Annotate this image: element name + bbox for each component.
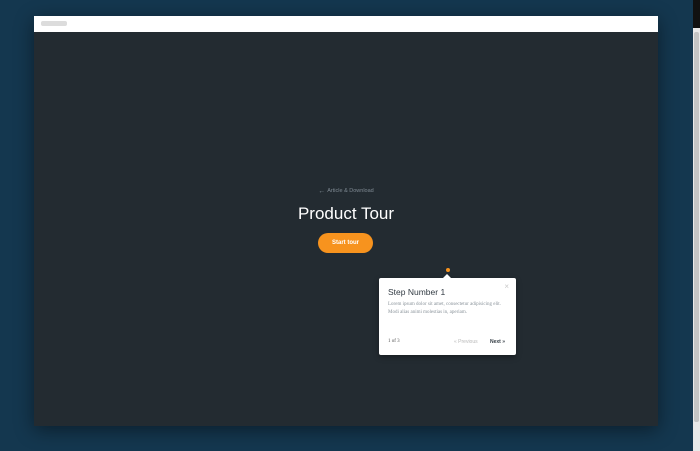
tour-beacon-icon[interactable] bbox=[446, 268, 450, 272]
tour-tooltip: × Step Number 1 Lorem ipsum dolor sit am… bbox=[379, 274, 516, 355]
back-link-label: Article & Download bbox=[327, 188, 374, 194]
browser-address-bar bbox=[34, 16, 658, 32]
page-title: Product Tour bbox=[297, 204, 395, 223]
tooltip-body: Lorem ipsum dolor sit amet, consectetur … bbox=[388, 302, 501, 315]
window-scrollbar[interactable] bbox=[693, 0, 700, 451]
scrollbar-top bbox=[693, 0, 700, 28]
close-icon[interactable]: × bbox=[504, 283, 509, 291]
tooltip-title: Step Number 1 bbox=[388, 287, 446, 297]
scrollbar-thumb[interactable] bbox=[694, 32, 699, 422]
next-button[interactable]: Next » bbox=[490, 339, 505, 345]
back-link[interactable]: ← Article & Download bbox=[34, 188, 658, 195]
address-placeholder bbox=[41, 21, 67, 26]
arrow-left-icon: ← bbox=[318, 188, 326, 195]
previous-button[interactable]: « Previous bbox=[454, 339, 478, 345]
tooltip-caret bbox=[443, 274, 451, 278]
browser-window: ← Article & Download Product Tour Start t… bbox=[34, 16, 658, 426]
start-tour-button[interactable]: Start tour bbox=[318, 233, 373, 253]
step-counter: 1 of 3 bbox=[388, 339, 400, 344]
